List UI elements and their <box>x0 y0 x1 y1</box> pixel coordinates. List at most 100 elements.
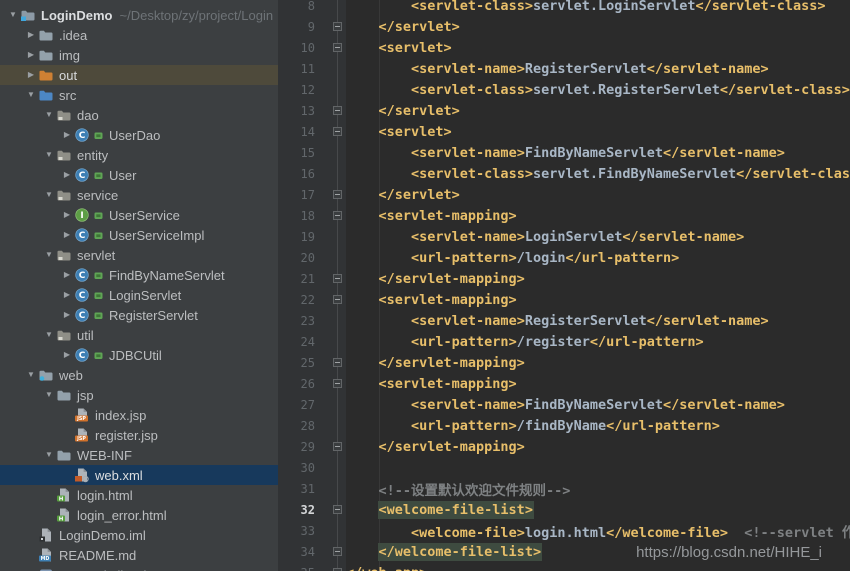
tree-item-index-jsp[interactable]: JSPindex.jsp <box>0 405 278 425</box>
tree-item-registerservlet[interactable]: ▶CRegisterServlet <box>0 305 278 325</box>
fold-marker-icon[interactable] <box>333 358 342 367</box>
tree-item-web-xml[interactable]: web.xml <box>0 465 278 485</box>
code-line-27[interactable]: 27 <servlet-name>FindByNameServlet</serv… <box>278 394 850 415</box>
collapse-arrow-icon[interactable]: ▼ <box>42 325 56 345</box>
tree-item-findbynameservlet[interactable]: ▶CFindByNameServlet <box>0 265 278 285</box>
expand-arrow-icon[interactable]: ▶ <box>24 65 38 85</box>
collapse-arrow-icon[interactable]: ▼ <box>42 145 56 165</box>
tree-item-jsp[interactable]: ▼jsp <box>0 385 278 405</box>
code-text[interactable]: </servlet-mapping> <box>346 355 525 371</box>
code-line-28[interactable]: 28 <url-pattern>/findByName</url-pattern… <box>278 415 850 436</box>
tree-item-web[interactable]: ▼web <box>0 365 278 385</box>
tree-item-jdbcutil[interactable]: ▶CJDBCUtil <box>0 345 278 365</box>
code-line-17[interactable]: 17 </servlet> <box>278 184 850 205</box>
tree-item-idea[interactable]: ▶.idea <box>0 25 278 45</box>
code-line-32[interactable]: 32 <welcome-file-list> <box>278 499 850 520</box>
code-text[interactable]: <servlet-mapping> <box>346 208 517 224</box>
code-line-16[interactable]: 16 <servlet-class>servlet.FindByNameServ… <box>278 163 850 184</box>
expand-arrow-icon[interactable]: ▶ <box>24 25 38 45</box>
code-line-15[interactable]: 15 <servlet-name>FindByNameServlet</serv… <box>278 142 850 163</box>
fold-marker-icon[interactable] <box>333 190 342 199</box>
code-text[interactable]: <servlet-name>RegisterServlet</servlet-n… <box>346 61 769 77</box>
code-line-14[interactable]: 14 <servlet> <box>278 121 850 142</box>
code-text[interactable]: <servlet-name>RegisterServlet</servlet-n… <box>346 313 769 329</box>
code-text[interactable]: <servlet> <box>346 124 452 140</box>
collapse-arrow-icon[interactable]: ▼ <box>6 5 20 25</box>
tree-item-dao[interactable]: ▼dao <box>0 105 278 125</box>
code-line-33[interactable]: 33 <welcome-file>login.html</welcome-fil… <box>278 520 850 541</box>
fold-marker-icon[interactable] <box>333 22 342 31</box>
code-text[interactable]: </servlet> <box>346 19 460 35</box>
code-line-26[interactable]: 26 <servlet-mapping> <box>278 373 850 394</box>
tree-item-userserviceimpl[interactable]: ▶CUserServiceImpl <box>0 225 278 245</box>
tree-item-external-libraries[interactable]: ▶External Libraries <box>0 565 278 571</box>
code-line-24[interactable]: 24 <url-pattern>/register</url-pattern> <box>278 331 850 352</box>
collapse-arrow-icon[interactable]: ▼ <box>42 105 56 125</box>
code-text[interactable]: <servlet-class>servlet.RegisterServlet</… <box>346 82 850 98</box>
code-text[interactable]: <servlet-name>FindByNameServlet</servlet… <box>346 145 785 161</box>
tree-item-img[interactable]: ▶img <box>0 45 278 65</box>
expand-arrow-icon[interactable]: ▶ <box>24 45 38 65</box>
code-text[interactable]: <welcome-file-list> <box>346 502 533 518</box>
code-text[interactable]: <servlet> <box>346 40 452 56</box>
tree-item-src[interactable]: ▼src <box>0 85 278 105</box>
code-text[interactable]: </servlet> <box>346 187 460 203</box>
code-line-11[interactable]: 11 <servlet-name>RegisterServlet</servle… <box>278 58 850 79</box>
code-line-8[interactable]: 8 <servlet-class>servlet.LoginServlet</s… <box>278 0 850 16</box>
expand-arrow-icon[interactable]: ▶ <box>60 305 74 325</box>
tree-item-servlet[interactable]: ▼servlet <box>0 245 278 265</box>
code-text[interactable]: <url-pattern>/findByName</url-pattern> <box>346 418 720 434</box>
code-text[interactable]: </welcome-file-list> <box>346 544 541 560</box>
code-line-30[interactable]: 30 <box>278 457 850 478</box>
expand-arrow-icon[interactable]: ▶ <box>60 345 74 365</box>
code-line-25[interactable]: 25 </servlet-mapping> <box>278 352 850 373</box>
code-line-29[interactable]: 29 </servlet-mapping> <box>278 436 850 457</box>
collapse-arrow-icon[interactable]: ▼ <box>24 365 38 385</box>
tree-item-service[interactable]: ▼service <box>0 185 278 205</box>
code-text[interactable]: <servlet-class>servlet.LoginServlet</ser… <box>346 0 826 14</box>
tree-item-user[interactable]: ▶CUser <box>0 165 278 185</box>
collapse-arrow-icon[interactable]: ▼ <box>42 185 56 205</box>
fold-marker-icon[interactable] <box>333 295 342 304</box>
code-line-21[interactable]: 21 </servlet-mapping> <box>278 268 850 289</box>
expand-arrow-icon[interactable]: ▶ <box>60 285 74 305</box>
code-line-22[interactable]: 22 <servlet-mapping> <box>278 289 850 310</box>
code-text[interactable]: <welcome-file>login.html</welcome-file> … <box>346 521 850 541</box>
tree-item-util[interactable]: ▼util <box>0 325 278 345</box>
fold-marker-icon[interactable] <box>333 127 342 136</box>
expand-arrow-icon[interactable]: ▶ <box>60 205 74 225</box>
expand-arrow-icon[interactable]: ▶ <box>24 565 38 571</box>
tree-item-out[interactable]: ▶out <box>0 65 278 85</box>
code-text[interactable]: <servlet-name>LoginServlet</servlet-name… <box>346 229 744 245</box>
code-text[interactable]: <servlet-mapping> <box>346 376 517 392</box>
code-text[interactable]: <url-pattern>/register</url-pattern> <box>346 334 704 350</box>
code-line-18[interactable]: 18 <servlet-mapping> <box>278 205 850 226</box>
expand-arrow-icon[interactable]: ▶ <box>60 265 74 285</box>
expand-arrow-icon[interactable]: ▶ <box>60 165 74 185</box>
code-text[interactable]: </web-app> <box>346 565 427 571</box>
code-text[interactable]: </servlet> <box>346 103 460 119</box>
code-text[interactable]: <servlet-mapping> <box>346 292 517 308</box>
code-line-35[interactable]: 35</web-app> <box>278 562 850 571</box>
code-line-13[interactable]: 13 </servlet> <box>278 100 850 121</box>
collapse-arrow-icon[interactable]: ▼ <box>42 385 56 405</box>
expand-arrow-icon[interactable]: ▶ <box>60 125 74 145</box>
collapse-arrow-icon[interactable]: ▼ <box>42 245 56 265</box>
expand-arrow-icon[interactable]: ▶ <box>60 225 74 245</box>
tree-item-loginservlet[interactable]: ▶CLoginServlet <box>0 285 278 305</box>
code-text[interactable]: <!--设置默认欢迎文件规则--> <box>346 479 570 499</box>
code-line-12[interactable]: 12 <servlet-class>servlet.RegisterServle… <box>278 79 850 100</box>
fold-marker-icon[interactable] <box>333 442 342 451</box>
code-line-20[interactable]: 20 <url-pattern>/login</url-pattern> <box>278 247 850 268</box>
fold-marker-icon[interactable] <box>333 274 342 283</box>
fold-marker-icon[interactable] <box>333 547 342 556</box>
code-text[interactable]: <url-pattern>/login</url-pattern> <box>346 250 679 266</box>
tree-item-web-inf[interactable]: ▼WEB-INF <box>0 445 278 465</box>
collapse-arrow-icon[interactable]: ▼ <box>42 445 56 465</box>
code-line-10[interactable]: 10 <servlet> <box>278 37 850 58</box>
tree-item-readme-md[interactable]: MDREADME.md <box>0 545 278 565</box>
code-line-23[interactable]: 23 <servlet-name>RegisterServlet</servle… <box>278 310 850 331</box>
editor-panel[interactable]: 8 <servlet-class>servlet.LoginServlet</s… <box>278 0 850 571</box>
code-text[interactable]: </servlet-mapping> <box>346 439 525 455</box>
tree-item-entity[interactable]: ▼entity <box>0 145 278 165</box>
